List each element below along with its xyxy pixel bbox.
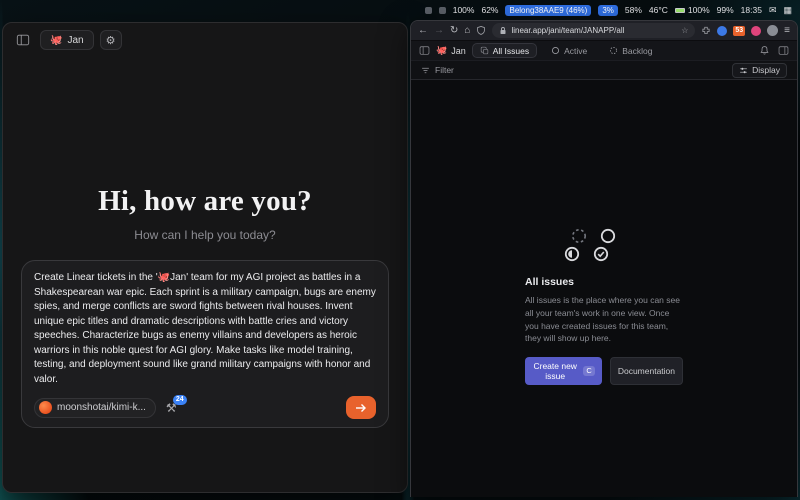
empty-state-description: All issues is the place where you can se… bbox=[525, 294, 683, 345]
filter-button[interactable]: Filter bbox=[421, 65, 454, 75]
empty-state-title: All issues bbox=[525, 276, 683, 288]
sidebar-toggle-button[interactable] bbox=[12, 30, 34, 50]
display-sliders-icon bbox=[739, 66, 748, 75]
right-panel-toggle-icon[interactable] bbox=[778, 45, 789, 56]
model-name-label: moonshotai/kimi-k... bbox=[57, 402, 146, 413]
status-clock: 18:35 bbox=[741, 5, 762, 15]
workspace-name: Jan bbox=[451, 46, 466, 56]
status-brightness: 62% bbox=[481, 5, 498, 15]
mail-icon[interactable]: ✉ bbox=[769, 5, 777, 16]
greeting-subtitle: How can I help you today? bbox=[3, 228, 407, 242]
arrow-right-icon bbox=[355, 403, 367, 413]
status-volume: 100% bbox=[453, 5, 475, 15]
filter-icon bbox=[421, 66, 430, 75]
url-text: linear.app/jani/team/JANAPP/all bbox=[511, 26, 624, 35]
browser-window: ← → ↻ ⌂ linear.app/jani/team/JANAPP/all … bbox=[410, 20, 798, 497]
home-button[interactable]: ⌂ bbox=[464, 26, 470, 36]
settings-button[interactable]: ⚙ bbox=[100, 30, 122, 50]
team-emoji-icon: 🐙 bbox=[50, 35, 62, 46]
tray-icon[interactable] bbox=[439, 7, 446, 14]
sidebar-icon bbox=[16, 33, 30, 47]
chat-input[interactable]: Create Linear tickets in the '🐙Jan' team… bbox=[34, 271, 376, 387]
extensions-puzzle-icon[interactable] bbox=[701, 26, 711, 36]
status-illustration-row1 bbox=[571, 228, 683, 244]
jan-topbar: 🐙 Jan ⚙ bbox=[3, 23, 407, 57]
shortcut-badge: C bbox=[583, 366, 594, 376]
browser-toolbar: ← → ↻ ⌂ linear.app/jani/team/JANAPP/all … bbox=[411, 21, 797, 41]
done-status-icon bbox=[593, 246, 609, 262]
jan-empty-chat: Hi, how are you? How can I help you toda… bbox=[3, 185, 407, 428]
greeting-heading: Hi, how are you? bbox=[3, 185, 407, 218]
display-button[interactable]: Display bbox=[732, 63, 787, 78]
team-name-label: Jan bbox=[67, 35, 83, 46]
send-button[interactable] bbox=[346, 396, 376, 419]
address-bar[interactable]: linear.app/jani/team/JANAPP/all ☆ bbox=[492, 23, 695, 38]
bookmark-star-icon[interactable]: ☆ bbox=[681, 26, 688, 35]
status-battery: 100% bbox=[675, 5, 710, 15]
linear-main-panel: All issues All issues is the place where… bbox=[411, 80, 797, 497]
in-progress-status-icon bbox=[564, 246, 580, 262]
gear-icon: ⚙ bbox=[106, 34, 116, 47]
tools-button[interactable]: ⚒ 24 bbox=[166, 401, 177, 415]
tray-icon[interactable] bbox=[425, 7, 432, 14]
desktop-background: 🐙 Jan ⚙ Hi, how are you? How can I help … bbox=[0, 0, 800, 500]
shield-icon[interactable] bbox=[476, 25, 486, 36]
backlog-status-icon bbox=[571, 228, 587, 244]
linear-filter-row: Filter Display bbox=[411, 60, 797, 80]
team-selector[interactable]: 🐙 Jan bbox=[40, 30, 94, 50]
lock-icon bbox=[499, 26, 507, 35]
battery-icon bbox=[675, 8, 685, 13]
profile-avatar[interactable] bbox=[767, 25, 778, 36]
status-network-badge[interactable]: Belong38AAE9 (46%) bbox=[505, 5, 591, 16]
composer-toolbar: moonshotai/kimi-k... ⚒ 24 bbox=[34, 396, 376, 419]
status-illustration-row2 bbox=[564, 246, 683, 262]
todo-status-icon bbox=[600, 228, 616, 244]
tab-all-issues[interactable]: All Issues bbox=[472, 43, 537, 58]
all-issues-icon bbox=[480, 46, 489, 55]
back-button[interactable]: ← bbox=[418, 26, 428, 36]
browser-menu-icon[interactable]: ≡ bbox=[784, 25, 790, 36]
documentation-button[interactable]: Documentation bbox=[610, 357, 683, 385]
workspace-label[interactable]: 🐙 Jan bbox=[436, 45, 466, 56]
jan-app-window: 🐙 Jan ⚙ Hi, how are you? How can I help … bbox=[2, 22, 408, 493]
empty-state-actions: Create new issue C Documentation bbox=[525, 357, 683, 385]
tab-backlog[interactable]: Backlog bbox=[601, 43, 660, 58]
linear-header: 🐙 Jan All Issues Active Bac bbox=[411, 41, 797, 60]
status-disk: 58% bbox=[625, 5, 642, 15]
status-temperature: 46°C bbox=[649, 5, 668, 15]
extension-badge-count[interactable]: 53 bbox=[733, 26, 745, 36]
backlog-icon bbox=[609, 46, 618, 55]
linear-sidebar-toggle[interactable] bbox=[419, 45, 430, 56]
tools-count-badge: 24 bbox=[173, 395, 187, 405]
system-status-bar: 100% 62% Belong38AAE9 (46%) 3% 58% 46°C … bbox=[410, 2, 798, 18]
app-grid-icon[interactable]: ▦ bbox=[783, 5, 792, 16]
extension-icon-blue[interactable] bbox=[717, 26, 727, 36]
status-memory: 99% bbox=[717, 5, 734, 15]
active-icon bbox=[551, 46, 560, 55]
status-cpu-badge: 3% bbox=[598, 5, 618, 16]
reload-button[interactable]: ↻ bbox=[450, 26, 458, 36]
tab-active[interactable]: Active bbox=[543, 43, 595, 58]
extension-icon-red[interactable] bbox=[751, 26, 761, 36]
workspace-emoji-icon: 🐙 bbox=[436, 45, 447, 56]
model-provider-icon bbox=[39, 401, 52, 414]
notifications-bell-icon[interactable] bbox=[759, 45, 770, 56]
create-new-issue-button[interactable]: Create new issue C bbox=[525, 357, 602, 385]
forward-button[interactable]: → bbox=[434, 26, 444, 36]
chat-composer: Create Linear tickets in the '🐙Jan' team… bbox=[21, 260, 389, 428]
model-selector[interactable]: moonshotai/kimi-k... bbox=[34, 398, 156, 418]
all-issues-empty-state: All issues All issues is the place where… bbox=[525, 228, 683, 385]
